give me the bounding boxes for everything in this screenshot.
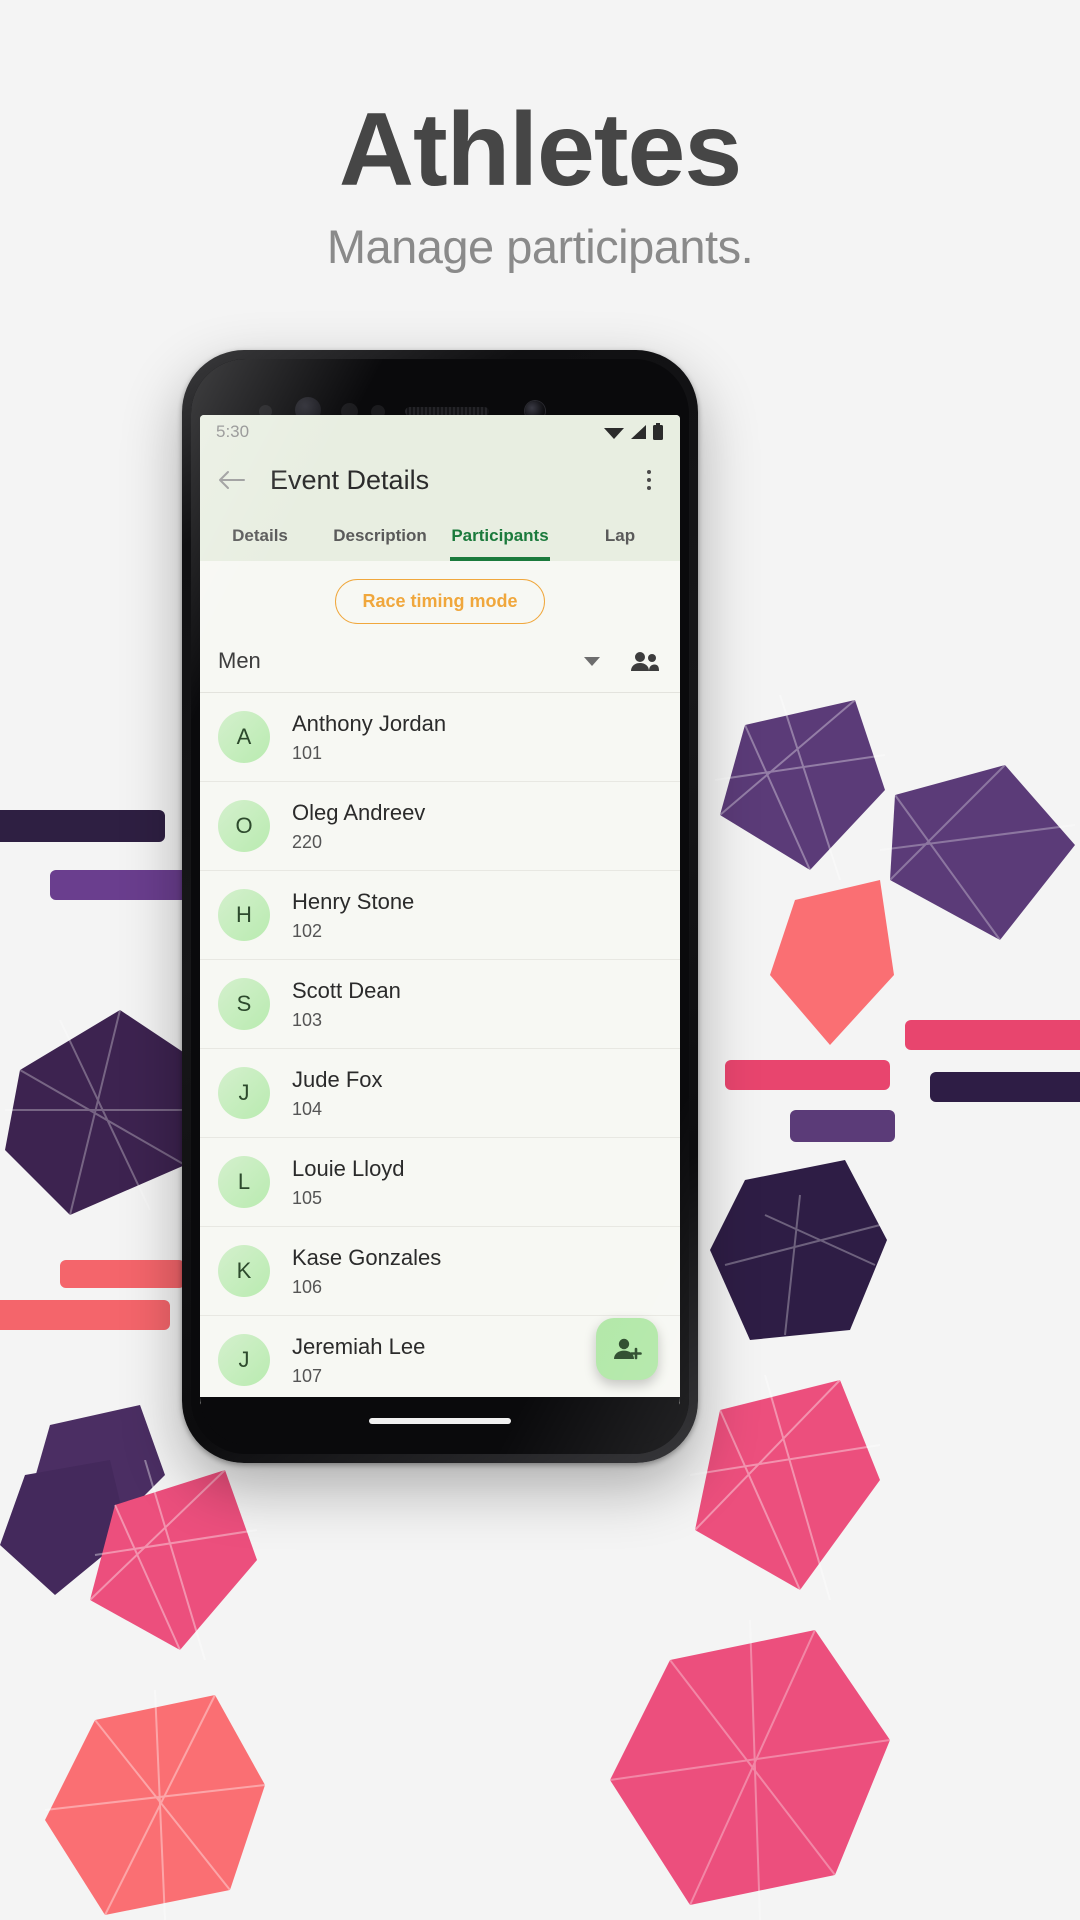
- chip-row: Race timing mode: [200, 561, 680, 634]
- avatar: J: [218, 1334, 270, 1386]
- tab-details[interactable]: Details: [200, 511, 320, 561]
- row-text: Jeremiah Lee 107: [292, 1333, 425, 1387]
- headline-block: Athletes Manage participants.: [0, 92, 1080, 274]
- phone-sensor-row: [191, 381, 689, 423]
- table-row[interactable]: O Oleg Andreev 220: [200, 782, 680, 871]
- chevron-down-icon[interactable]: [584, 656, 600, 666]
- table-row[interactable]: L Louie Lloyd 105: [200, 1138, 680, 1227]
- avatar: J: [218, 1067, 270, 1119]
- table-row[interactable]: S Scott Dean 103: [200, 960, 680, 1049]
- row-text: Henry Stone 102: [292, 888, 414, 942]
- participant-number: 106: [292, 1276, 323, 1297]
- pink-pentagon-bottom-left: [89, 1460, 258, 1660]
- add-person-icon: [614, 1338, 642, 1360]
- participants-panel: Race timing mode Men A Anthony Jordan 10…: [200, 561, 680, 1406]
- purple-hexagon-left: [5, 1009, 195, 1216]
- coral-bar-1: [60, 1260, 185, 1288]
- avatar: A: [218, 711, 270, 763]
- participant-number: 105: [292, 1187, 323, 1208]
- participant-name: Jeremiah Lee: [292, 1334, 426, 1360]
- participant-name: Louie Lloyd: [292, 1156, 405, 1182]
- page-subtitle: Manage participants.: [326, 220, 754, 274]
- avatar: O: [218, 800, 270, 852]
- row-text: Scott Dean 103: [292, 977, 401, 1031]
- table-row[interactable]: J Jude Fox 104: [200, 1049, 680, 1138]
- participant-number: 107: [292, 1365, 323, 1386]
- participant-name: Anthony Jordan: [292, 711, 447, 737]
- participant-number: 101: [292, 742, 323, 763]
- avatar: K: [218, 1245, 270, 1297]
- coral-hexagon-bottom-left: [44, 1690, 266, 1920]
- phone-mockup: 5:30 Event Details Details Description P…: [182, 350, 698, 1463]
- overflow-menu-icon[interactable]: [632, 460, 666, 500]
- back-arrow-icon[interactable]: [214, 463, 248, 497]
- battery-icon: [653, 423, 663, 440]
- dark-purple-hexagon-right: [710, 1160, 887, 1340]
- gender-filter-label: Men: [218, 648, 261, 673]
- purple-pentagon-bottom-left: [0, 1460, 128, 1595]
- pink-pentagon-right: [689, 1375, 881, 1600]
- tab-bar: Details Description Participants Lap: [200, 511, 680, 561]
- participant-name: Henry Stone: [292, 889, 415, 915]
- app-bar: Event Details: [200, 449, 680, 511]
- app-screen: 5:30 Event Details Details Description P…: [200, 415, 680, 1406]
- participant-number: 102: [292, 920, 323, 941]
- participant-name: Scott Dean: [292, 978, 401, 1004]
- gender-filter-row[interactable]: Men: [200, 634, 680, 693]
- tab-lap[interactable]: Lap: [560, 511, 680, 561]
- app-bar-title: Event Details: [270, 464, 430, 495]
- avatar: H: [218, 889, 270, 941]
- pink-bar-1: [725, 1060, 890, 1090]
- people-icon[interactable]: [628, 644, 662, 678]
- wifi-icon: [604, 428, 624, 439]
- race-timing-mode-chip[interactable]: Race timing mode: [335, 579, 545, 624]
- participant-name: Kase Gonzales: [292, 1245, 442, 1271]
- tab-description[interactable]: Description: [320, 511, 440, 561]
- participant-number: 220: [292, 831, 323, 852]
- coral-pentagon-right: [770, 880, 894, 1045]
- page-title: Athletes: [338, 92, 742, 208]
- participant-name: Jude Fox: [292, 1067, 383, 1093]
- tab-participants[interactable]: Participants: [440, 511, 560, 561]
- avatar: L: [218, 1156, 270, 1208]
- row-text: Kase Gonzales 106: [292, 1244, 441, 1298]
- table-row[interactable]: H Henry Stone 102: [200, 871, 680, 960]
- purple-bar-1: [0, 810, 165, 842]
- purple-bar-4: [930, 1072, 1080, 1102]
- pink-hexagon-bottom-right: [609, 1620, 891, 1920]
- table-row[interactable]: A Anthony Jordan 101: [200, 693, 680, 782]
- add-person-fab[interactable]: [596, 1318, 658, 1380]
- purple-bar-3: [790, 1110, 895, 1142]
- table-row[interactable]: K Kase Gonzales 106: [200, 1227, 680, 1316]
- avatar: S: [218, 978, 270, 1030]
- participant-name: Oleg Andreev: [292, 800, 426, 826]
- pink-bar-2: [905, 1020, 1080, 1050]
- row-text: Jude Fox 104: [292, 1066, 383, 1120]
- status-bar: 5:30: [200, 415, 680, 449]
- row-text: Anthony Jordan 101: [292, 710, 446, 764]
- participant-number: 103: [292, 1009, 323, 1030]
- row-text: Louie Lloyd 105: [292, 1155, 405, 1209]
- home-indicator[interactable]: [369, 1418, 511, 1424]
- row-text: Oleg Andreev 220: [292, 799, 425, 853]
- status-bar-clock: 5:30: [216, 422, 250, 441]
- phone-bezel: 5:30 Event Details Details Description P…: [191, 359, 689, 1454]
- participant-number: 104: [292, 1098, 323, 1119]
- purple-pentagon-far-right: [880, 764, 1076, 941]
- participants-list: A Anthony Jordan 101 O Oleg Andreev 220: [200, 693, 680, 1405]
- status-bar-icons: [604, 423, 664, 441]
- coral-bar-2: [0, 1300, 170, 1330]
- purple-pentagon-left: [30, 1405, 165, 1535]
- signal-icon: [631, 425, 646, 439]
- purple-bar-2: [50, 870, 200, 900]
- purple-pentagon-right: [714, 695, 886, 880]
- android-navigation-bar: [200, 1397, 680, 1445]
